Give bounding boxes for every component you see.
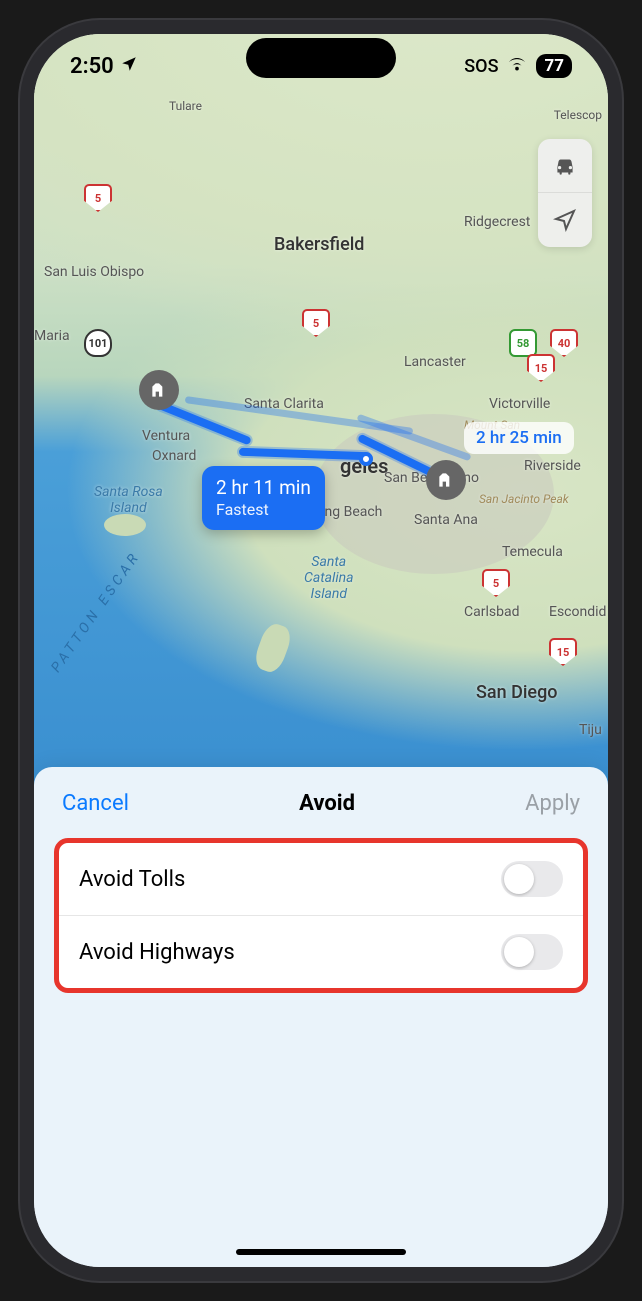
dynamic-island <box>246 38 396 78</box>
status-right: SOS 77 <box>464 54 572 78</box>
avoid-highways-toggle[interactable] <box>501 934 563 970</box>
label-san-jacinto: San Jacinto Peak <box>479 492 569 506</box>
route-time: 2 hr 11 min <box>216 476 311 500</box>
label-catalina: Santa Catalina Island <box>304 554 354 602</box>
avoid-tolls-label: Avoid Tolls <box>79 867 185 892</box>
route-waypoint-dot <box>359 452 373 466</box>
map-controls <box>538 139 592 247</box>
label-slo: San Luis Obispo <box>44 264 144 280</box>
sheet-header: Cancel Avoid Apply <box>54 791 588 838</box>
route-alt-time: 2 hr 25 min <box>476 428 562 448</box>
label-escondido: Escondid <box>549 604 606 620</box>
avoid-sheet: Cancel Avoid Apply Avoid Tolls Avoid Hig… <box>34 767 608 1267</box>
island-shape <box>104 514 146 536</box>
battery-indicator: 77 <box>536 54 572 78</box>
status-time: 2:50 <box>70 54 114 79</box>
label-ventura: Ventura <box>142 428 190 444</box>
status-left: 2:50 <box>70 54 138 79</box>
label-maria: Maria <box>34 328 70 344</box>
label-victorville: Victorville <box>489 396 550 412</box>
label-oxnard: Oxnard <box>152 448 196 464</box>
shield-us101: 101 <box>84 329 112 357</box>
sheet-title: Avoid <box>299 791 355 816</box>
wifi-icon <box>506 55 528 78</box>
phone-frame: 2:50 SOS 77 Tulare Telescop Bakersfield … <box>20 20 622 1281</box>
label-telescop: Telescop <box>554 108 602 122</box>
label-ridgecrest: Ridgecrest <box>464 214 530 230</box>
avoid-highways-label: Avoid Highways <box>79 940 235 965</box>
label-tijuana: Tiju <box>579 722 602 738</box>
label-lancaster: Lancaster <box>404 354 466 370</box>
label-bakersfield: Bakersfield <box>274 234 364 255</box>
route-callout-main[interactable]: 2 hr 11 min Fastest <box>202 466 325 530</box>
locate-me-button[interactable] <box>538 193 592 247</box>
home-indicator[interactable] <box>236 1249 406 1255</box>
label-san-diego: San Diego <box>476 682 558 703</box>
transport-mode-button[interactable] <box>538 139 592 193</box>
route-label: Fastest <box>216 500 311 520</box>
map-land <box>34 34 608 794</box>
location-arrow-icon <box>120 54 138 79</box>
label-santa-ana: Santa Ana <box>414 512 478 528</box>
apply-button[interactable]: Apply <box>525 791 580 816</box>
shield-ca58: 58 <box>509 329 537 357</box>
label-tulare: Tulare <box>169 99 202 113</box>
label-carlsbad: Carlsbad <box>464 604 519 620</box>
avoid-tolls-row: Avoid Tolls <box>59 843 583 915</box>
label-santa-rosa-island: Santa Rosa Island <box>94 484 163 516</box>
origin-pin[interactable] <box>139 370 179 410</box>
screen: 2:50 SOS 77 Tulare Telescop Bakersfield … <box>34 34 608 1267</box>
destination-pin[interactable] <box>426 460 466 500</box>
label-riverside: Riverside <box>524 458 581 474</box>
cancel-button[interactable]: Cancel <box>62 791 129 816</box>
map-view[interactable]: Tulare Telescop Bakersfield Ridgecrest S… <box>34 34 608 794</box>
route-callout-alt[interactable]: 2 hr 25 min <box>464 422 574 454</box>
avoid-highways-row: Avoid Highways <box>59 915 583 988</box>
avoid-tolls-toggle[interactable] <box>501 861 563 897</box>
sos-indicator: SOS <box>464 56 498 77</box>
avoid-options-highlight: Avoid Tolls Avoid Highways <box>54 838 588 993</box>
label-temecula: Temecula <box>502 544 563 560</box>
